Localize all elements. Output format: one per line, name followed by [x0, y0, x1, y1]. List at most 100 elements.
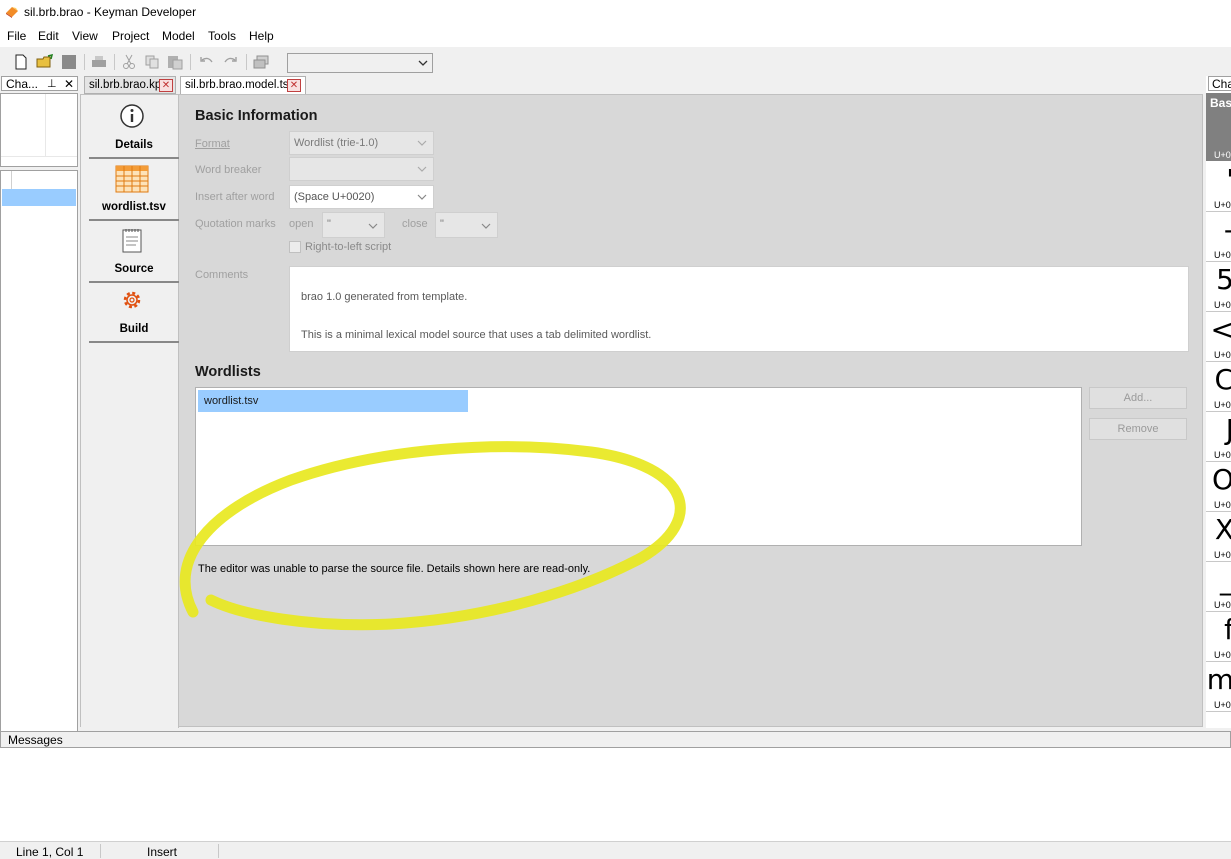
open-quote-select[interactable]: ": [322, 212, 385, 238]
new-file-icon[interactable]: [12, 54, 30, 70]
keyman-app-icon: [6, 7, 18, 18]
toolbar-separator: [246, 54, 247, 70]
close-tab-icon[interactable]: ✕: [159, 79, 173, 92]
char-cell[interactable]: ' U+0: [1206, 162, 1231, 212]
char-code: U+0: [1214, 400, 1231, 410]
cut-icon[interactable]: [120, 54, 138, 70]
title-bar: sil.brb.brao - Keyman Developer: [0, 0, 1231, 25]
char-code: U+0: [1214, 250, 1231, 260]
char-cell[interactable]: _ U+0: [1206, 562, 1231, 612]
toolbar-combo[interactable]: [287, 53, 433, 73]
char-glyph: ': [1226, 162, 1231, 198]
open-quote-label: open: [289, 218, 314, 230]
insert-after-label: Insert after word: [195, 191, 275, 203]
menu-help[interactable]: Help: [249, 29, 274, 43]
list-item-selected[interactable]: [2, 189, 76, 206]
toolbar: [0, 48, 1231, 76]
format-select[interactable]: Wordlist (trie-1.0): [289, 131, 434, 155]
char-code: U+0: [1214, 200, 1231, 210]
rtl-checkbox[interactable]: [289, 241, 301, 253]
close-quote-select[interactable]: ": [435, 212, 498, 238]
menu-tools[interactable]: Tools: [208, 29, 236, 43]
char-cell[interactable]: - U+0: [1206, 212, 1231, 262]
add-wordlist-button[interactable]: Add...: [1089, 387, 1187, 409]
open-quote-value: ": [327, 218, 331, 230]
menu-model[interactable]: Model: [162, 29, 195, 43]
selected-char-cell[interactable]: Bas U+0: [1206, 93, 1231, 161]
pin-icon[interactable]: ⊥: [47, 77, 57, 90]
highlight-annotation: [179, 441, 686, 631]
word-breaker-select[interactable]: [289, 157, 434, 181]
chevron-down-icon: [417, 140, 427, 146]
messages-header: Messages: [0, 731, 1231, 748]
window-icon[interactable]: [252, 54, 270, 70]
char-code: U+0: [1214, 300, 1231, 310]
nav-source[interactable]: Source: [89, 225, 179, 283]
editor-side-nav: Details wordlist.tsv Source Build: [81, 95, 179, 728]
chevron-down-icon: [418, 60, 428, 66]
redo-icon[interactable]: [221, 54, 239, 70]
char-cell[interactable]: < U+0: [1206, 312, 1231, 362]
char-code: U+0: [1214, 500, 1231, 510]
format-value: Wordlist (trie-1.0): [294, 137, 379, 149]
wordlist-item[interactable]: wordlist.tsv: [198, 390, 468, 412]
char-glyph: -: [1224, 212, 1231, 248]
insert-after-value: (Space U+0020): [294, 191, 375, 203]
char-cell[interactable]: J U+0: [1206, 412, 1231, 462]
toolbar-separator: [84, 54, 85, 70]
chevron-down-icon: [417, 194, 427, 200]
messages-pane[interactable]: [0, 748, 1231, 841]
char-cell[interactable]: C U+0: [1206, 362, 1231, 412]
char-cell[interactable]: f U+0: [1206, 612, 1231, 662]
window-title: sil.brb.brao - Keyman Developer: [24, 5, 197, 19]
paste-icon[interactable]: [166, 54, 184, 70]
selected-char-code: U+0: [1214, 150, 1231, 160]
menu-view[interactable]: View: [72, 29, 98, 43]
comments-textarea[interactable]: brao 1.0 generated from template. This i…: [289, 266, 1189, 352]
save-icon[interactable]: [60, 54, 78, 70]
insert-mode: Insert: [147, 845, 178, 859]
tab-project[interactable]: sil.brb.brao.kpj ✕: [84, 76, 176, 94]
comments-label: Comments: [195, 269, 249, 281]
close-tab-icon[interactable]: ✕: [287, 79, 301, 92]
selected-char-label: Bas: [1210, 96, 1231, 110]
menu-file[interactable]: File: [7, 29, 26, 43]
char-glyph: _: [1220, 562, 1231, 598]
model-editor: Details wordlist.tsv Source Build Basic …: [80, 94, 1203, 728]
messages-title: Messages: [8, 733, 63, 747]
left-character-panel: Cha... ⊥ ✕: [0, 76, 79, 803]
print-icon[interactable]: [90, 54, 108, 70]
char-glyph: m: [1206, 663, 1231, 696]
comments-line-2: This is a minimal lexical model source t…: [301, 329, 652, 341]
close-quote-label: close: [402, 218, 428, 230]
char-glyph: X: [1214, 513, 1231, 546]
menu-project[interactable]: Project: [112, 29, 149, 43]
copy-icon[interactable]: [143, 54, 161, 70]
char-cell[interactable]: 5 U+0: [1206, 262, 1231, 312]
nav-build[interactable]: Build: [89, 285, 179, 343]
char-glyph: J: [1225, 413, 1231, 446]
close-quote-value: ": [440, 218, 444, 230]
close-icon[interactable]: ✕: [64, 77, 74, 91]
char-cell[interactable]: O U+0: [1206, 462, 1231, 512]
status-divider: [218, 844, 219, 858]
remove-wordlist-button[interactable]: Remove: [1089, 418, 1187, 440]
tab-model[interactable]: sil.brb.brao.model.ts ✕: [180, 76, 306, 94]
nav-details-label: Details: [115, 139, 153, 151]
wordlists-heading: Wordlists: [195, 364, 261, 380]
insert-after-select[interactable]: (Space U+0020): [289, 185, 434, 209]
left-panel-list[interactable]: [0, 170, 78, 803]
status-bar: Line 1, Col 1 Insert: [0, 841, 1231, 859]
nav-source-label: Source: [114, 263, 154, 275]
tab-label: sil.brb.brao.kpj: [89, 79, 164, 91]
right-panel-title: Cha: [1212, 77, 1231, 91]
nav-details[interactable]: Details: [89, 101, 179, 159]
basic-info-heading: Basic Information: [195, 108, 318, 124]
char-cell[interactable]: X U+0: [1206, 512, 1231, 562]
nav-wordlist[interactable]: wordlist.tsv: [89, 163, 179, 221]
undo-icon[interactable]: [198, 54, 216, 70]
menu-edit[interactable]: Edit: [38, 29, 59, 43]
char-code: U+0: [1214, 650, 1231, 660]
open-folder-icon[interactable]: [36, 54, 54, 70]
char-cell[interactable]: m U+0: [1206, 662, 1231, 712]
